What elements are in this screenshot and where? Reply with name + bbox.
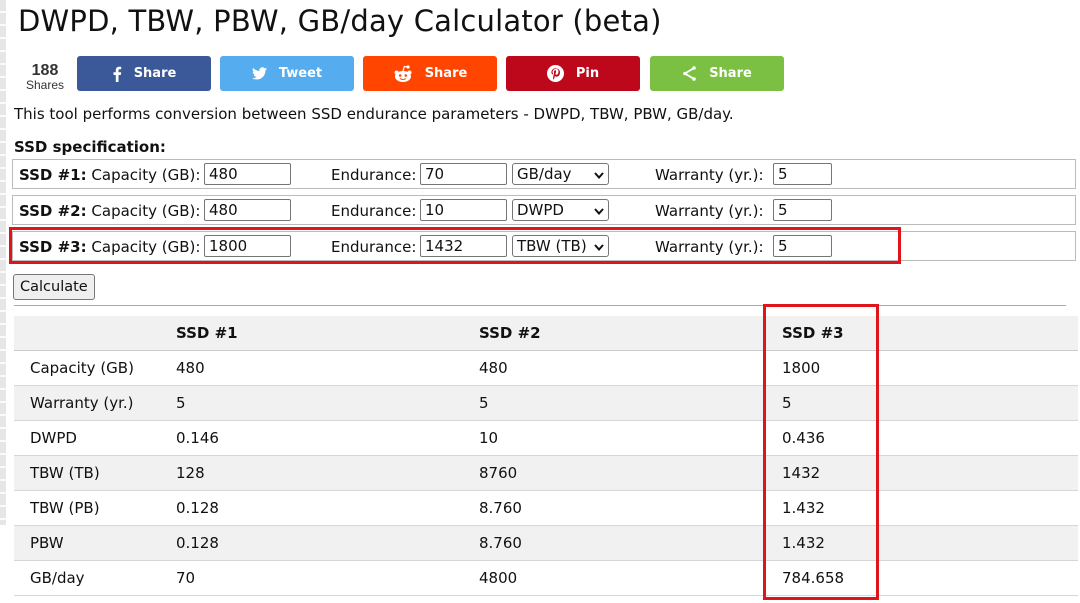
reddit-share-button[interactable]: Share [363, 56, 497, 91]
ssd-spec-heading: SSD specification: [14, 138, 166, 156]
cell-ssd2: 4800 [479, 560, 782, 596]
ssd-1-endurance-label: Endurance: [331, 166, 417, 184]
row-label: TBW (PB) [14, 490, 176, 526]
cell-ssd1: 480 [176, 350, 479, 386]
divider [14, 305, 1066, 306]
share-count-number: 188 [31, 62, 59, 79]
ssd-2-capacity-label-text: Capacity (GB): [91, 202, 201, 220]
ssd-3-row-highlight [9, 227, 901, 264]
cell-ssd2: 480 [479, 350, 782, 386]
facebook-icon [112, 66, 122, 82]
row-label: GB/day [14, 560, 176, 596]
ssd-2-endurance-label: Endurance: [331, 202, 417, 220]
page-title: DWPD, TBW, PBW, GB/day Calculator (beta) [18, 4, 662, 38]
row-label: PBW [14, 525, 176, 561]
facebook-share-button[interactable]: Share [77, 56, 211, 91]
generic-share-button[interactable]: Share [650, 56, 784, 91]
cell-ssd1: 5 [176, 385, 479, 421]
ssd-2-spec-row: SSD #2: Capacity (GB): Endurance: DWPD W… [12, 195, 1076, 225]
cell-ssd2: 8760 [479, 455, 782, 491]
cell-ssd1: 128 [176, 455, 479, 491]
facebook-share-label: Share [133, 66, 177, 81]
results-header-row: SSD #1 SSD #2 SSD #3 [14, 316, 1078, 351]
row-label: DWPD [14, 420, 176, 456]
reddit-icon [393, 64, 413, 83]
cell-ssd1: 70 [176, 560, 479, 596]
table-row: GB/day 70 4800 784.658 [14, 560, 1078, 596]
ssd-2-endurance-input[interactable] [420, 199, 507, 221]
ssd-2-capacity-input[interactable] [204, 199, 291, 221]
ssd-2-unit-value: DWPD [517, 201, 564, 219]
ssd-1-capacity-input[interactable] [204, 163, 291, 185]
table-row: Warranty (yr.) 5 5 5 [14, 385, 1078, 421]
ssd-1-capacity-label: SSD #1: Capacity (GB): [19, 166, 200, 184]
pinterest-pin-button[interactable]: Pin [506, 56, 640, 91]
ssd-2-warranty-label: Warranty (yr.): [655, 202, 764, 220]
cell-ssd2: 5 [479, 385, 782, 421]
intro-text: This tool performs conversion between SS… [14, 105, 734, 123]
ssd-2-capacity-label: SSD #2: Capacity (GB): [19, 202, 200, 220]
reddit-share-label: Share [424, 66, 468, 81]
table-row: TBW (PB) 0.128 8.760 1.432 [14, 490, 1078, 526]
cell-ssd1: 0.146 [176, 420, 479, 456]
results-header-ssd2: SSD #2 [479, 316, 782, 351]
row-label: Warranty (yr.) [14, 385, 176, 421]
chevron-down-icon [594, 201, 604, 219]
results-header-ssd1: SSD #1 [176, 316, 479, 351]
results-table: SSD #1 SSD #2 SSD #3 Capacity (GB) 480 4… [14, 316, 1078, 596]
calculate-button[interactable]: Calculate [13, 274, 95, 300]
cell-ssd2: 10 [479, 420, 782, 456]
left-edge-strip [0, 0, 6, 525]
share-icon [682, 66, 697, 81]
row-label: TBW (TB) [14, 455, 176, 491]
ssd-2-unit-select[interactable]: DWPD [512, 199, 609, 221]
generic-share-label: Share [709, 66, 752, 81]
ssd-1-spec-row: SSD #1: Capacity (GB): Endurance: GB/day… [12, 159, 1076, 189]
ssd-1-warranty-label: Warranty (yr.): [655, 166, 764, 184]
cell-ssd2: 8.760 [479, 490, 782, 526]
share-count-label: Shares [25, 78, 65, 92]
table-row: TBW (TB) 128 8760 1432 [14, 455, 1078, 491]
ssd-1-unit-select[interactable]: GB/day [512, 163, 609, 185]
twitter-tweet-button[interactable]: Tweet [220, 56, 354, 91]
twitter-icon [251, 67, 267, 80]
cell-ssd2: 8.760 [479, 525, 782, 561]
ssd-1-warranty-input[interactable] [773, 163, 832, 185]
ssd-1-name: SSD #1: [19, 166, 87, 184]
twitter-tweet-label: Tweet [278, 66, 323, 81]
results-header-blank [14, 316, 176, 351]
ssd-3-column-highlight [763, 304, 879, 600]
ssd-1-endurance-input[interactable] [420, 163, 507, 185]
share-count: 188 Shares [20, 62, 70, 92]
pinterest-icon [546, 65, 564, 82]
ssd-1-capacity-label-text: Capacity (GB): [91, 166, 201, 184]
table-row: Capacity (GB) 480 480 1800 [14, 350, 1078, 386]
ssd-1-unit-value: GB/day [517, 165, 572, 183]
ssd-2-warranty-input[interactable] [773, 199, 832, 221]
row-label: Capacity (GB) [14, 350, 176, 386]
pinterest-pin-label: Pin [575, 66, 600, 81]
table-row: DWPD 0.146 10 0.436 [14, 420, 1078, 456]
cell-ssd1: 0.128 [176, 490, 479, 526]
cell-ssd1: 0.128 [176, 525, 479, 561]
chevron-down-icon [594, 165, 604, 183]
table-row: PBW 0.128 8.760 1.432 [14, 525, 1078, 561]
ssd-2-name: SSD #2: [19, 202, 87, 220]
